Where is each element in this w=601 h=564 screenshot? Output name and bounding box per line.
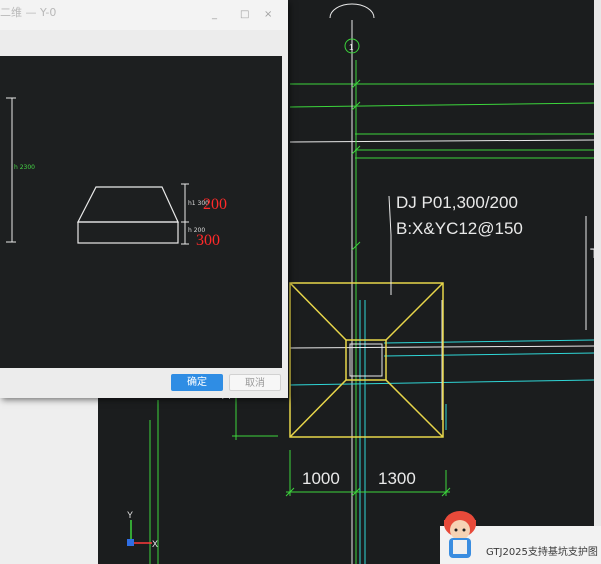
cancel-button[interactable]: 取消 [229,374,281,391]
minimize-icon[interactable]: _ [212,10,217,20]
dialog-title: 二维 — Y-0 [0,6,57,19]
h1-value-input[interactable]: 200 [203,196,227,214]
h-value-input[interactable]: 300 [196,232,220,250]
svg-text:X: X [152,539,158,549]
truncated-annotation: T [590,245,599,261]
svg-text:Y: Y [127,510,133,520]
brand-footer-text: GTJ2025支持基坑支护图 [486,547,598,558]
section-preview-drawing [6,97,189,245]
dimension-1000[interactable]: 1000 [302,469,340,488]
dialog-titlebar[interactable]: 二维 — Y-0 _ □ × [0,0,288,30]
screen-edge [594,0,601,564]
axis-marker-label: 1 [349,43,354,52]
foundation-annotation-line1[interactable]: DJ P01,300/200 [396,193,518,212]
dimension-1300[interactable]: 1300 [378,469,416,488]
desktop-background [0,398,98,564]
total-height-label: h 2300 [14,164,35,171]
foundation-profile-base [77,221,179,244]
foundation-parameter-dialog: 二维 — Y-0 _ □ × h 2300 h1 300 h 200 200 3… [0,0,288,398]
ok-button[interactable]: 确定 [171,374,223,391]
section-preview-panel: h 2300 h1 300 h 200 200 300 [0,56,282,368]
foundation-annotation-line2[interactable]: B:X&YC12@150 [396,219,523,238]
foundation-profile-top [77,186,179,223]
maximize-icon[interactable]: □ [240,10,249,20]
close-icon[interactable]: × [264,10,272,20]
